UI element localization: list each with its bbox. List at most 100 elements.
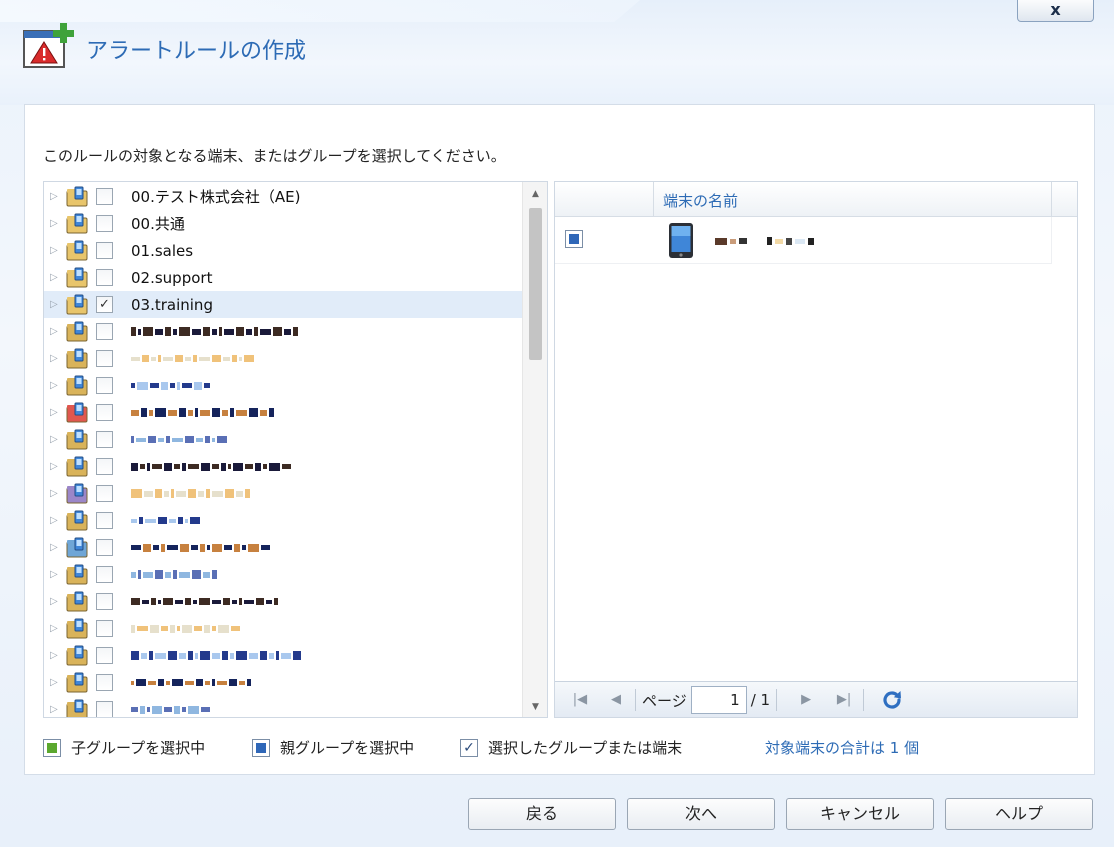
tree-item-checkbox[interactable] xyxy=(96,458,113,475)
tree-item-checkbox[interactable] xyxy=(96,647,113,664)
tree-item-checkbox[interactable] xyxy=(96,188,113,205)
scroll-up-icon[interactable]: ▲ xyxy=(523,184,547,204)
expand-arrow-icon[interactable]: ▷ xyxy=(50,704,62,715)
tree-item-checkbox[interactable] xyxy=(96,701,113,717)
expand-arrow-icon[interactable]: ▷ xyxy=(50,299,62,310)
pager-separator xyxy=(776,689,778,711)
group-tree[interactable]: ▲ ▼ ▷ 00.テスト株式会社（AE) ▷ 00.共通 ▷ 01.sales ▷ 02.su… xyxy=(43,181,548,718)
cancel-button[interactable]: キャンセル xyxy=(786,798,934,830)
folder-icon xyxy=(66,294,88,314)
tree-scrollbar[interactable]: ▲ ▼ xyxy=(522,182,547,717)
close-button[interactable]: x xyxy=(1017,0,1094,22)
expand-arrow-icon[interactable]: ▷ xyxy=(50,245,62,256)
expand-arrow-icon[interactable]: ▷ xyxy=(50,353,62,364)
expand-arrow-icon[interactable]: ▷ xyxy=(50,596,62,607)
expand-arrow-icon[interactable]: ▷ xyxy=(50,623,62,634)
tree-item-checkbox[interactable] xyxy=(96,620,113,637)
tree-item-checkbox[interactable] xyxy=(96,539,113,556)
tree-item-checkbox[interactable] xyxy=(96,215,113,232)
tree-item[interactable]: ▷ ✓ 03.training xyxy=(44,291,522,318)
tree-item-checkbox[interactable] xyxy=(96,485,113,502)
expand-arrow-icon[interactable]: ▷ xyxy=(50,569,62,580)
tree-item-checkbox[interactable] xyxy=(96,593,113,610)
folder-alert-icon xyxy=(66,402,88,422)
prev-page-icon[interactable]: ◀ xyxy=(603,688,629,712)
expand-arrow-icon[interactable]: ▷ xyxy=(50,407,62,418)
next-page-icon[interactable]: ▶ xyxy=(793,688,819,712)
tree-item-checkbox[interactable] xyxy=(96,377,113,394)
expand-arrow-icon[interactable]: ▷ xyxy=(50,434,62,445)
scroll-thumb[interactable] xyxy=(529,208,542,360)
table-row[interactable] xyxy=(555,217,1052,264)
tree-item[interactable]: ▷ xyxy=(44,480,522,507)
tree-item[interactable]: ▷ xyxy=(44,669,522,696)
page-input[interactable]: 1 xyxy=(690,686,747,714)
tree-item-checkbox[interactable] xyxy=(96,404,113,421)
legend-parent: 親グループを選択中 xyxy=(252,737,414,758)
tree-item-label-masked xyxy=(131,651,301,660)
scroll-down-icon[interactable]: ▼ xyxy=(523,697,547,717)
expand-arrow-icon[interactable]: ▷ xyxy=(50,650,62,661)
tree-item[interactable]: ▷ xyxy=(44,426,522,453)
help-button[interactable]: ヘルプ xyxy=(945,798,1093,830)
tree-item-checkbox[interactable]: ✓ xyxy=(96,296,113,313)
tree-item-checkbox[interactable] xyxy=(96,674,113,691)
tree-item[interactable]: ▷ xyxy=(44,372,522,399)
tree-item[interactable]: ▷ xyxy=(44,696,522,717)
tree-item-label-masked xyxy=(131,355,254,362)
legend-parent-label: 親グループを選択中 xyxy=(280,739,415,757)
tree-item-checkbox[interactable] xyxy=(96,431,113,448)
tree-item-label-masked xyxy=(131,381,210,390)
tree-item-label-masked xyxy=(131,679,251,686)
expand-arrow-icon[interactable]: ▷ xyxy=(50,542,62,553)
folder-icon xyxy=(66,267,88,287)
next-button[interactable]: 次へ xyxy=(627,798,775,830)
total-devices-link[interactable]: 対象端末の合計は 1 個 xyxy=(765,737,919,758)
expand-arrow-icon[interactable]: ▷ xyxy=(50,191,62,202)
refresh-icon[interactable] xyxy=(880,688,904,712)
expand-arrow-icon[interactable]: ▷ xyxy=(50,218,62,229)
expand-arrow-icon[interactable]: ▷ xyxy=(50,272,62,283)
tree-item[interactable]: ▷ 00.テスト株式会社（AE) xyxy=(44,183,522,210)
tree-item[interactable]: ▷ xyxy=(44,345,522,372)
tree-item[interactable]: ▷ 00.共通 xyxy=(44,210,522,237)
expand-arrow-icon[interactable]: ▷ xyxy=(50,461,62,472)
header-sheen xyxy=(0,0,640,22)
first-page-icon[interactable]: |◀ xyxy=(567,688,593,712)
back-button[interactable]: 戻る xyxy=(468,798,616,830)
tree-item[interactable]: ▷ xyxy=(44,588,522,615)
tree-item[interactable]: ▷ xyxy=(44,507,522,534)
tree-item[interactable]: ▷ 01.sales xyxy=(44,237,522,264)
legend-selected: ✓ 選択したグループまたは端末 xyxy=(460,737,682,758)
expand-arrow-icon[interactable]: ▷ xyxy=(50,677,62,688)
tree-item[interactable]: ▷ xyxy=(44,399,522,426)
tree-item-checkbox[interactable] xyxy=(96,242,113,259)
pager-separator xyxy=(863,689,865,711)
expand-arrow-icon[interactable]: ▷ xyxy=(50,488,62,499)
expand-arrow-icon[interactable]: ▷ xyxy=(50,380,62,391)
tree-item-label-masked xyxy=(131,705,210,714)
folder-icon xyxy=(66,699,88,717)
tree-item[interactable]: ▷ xyxy=(44,642,522,669)
tree-item[interactable]: ▷ xyxy=(44,615,522,642)
tree-item[interactable]: ▷ xyxy=(44,534,522,561)
column-device-name[interactable]: 端末の名前 xyxy=(663,190,738,211)
tree-item-checkbox[interactable] xyxy=(96,350,113,367)
tree-item[interactable]: ▷ 02.support xyxy=(44,264,522,291)
pager: |◀ ◀ ページ 1 / 1 ▶ ▶| xyxy=(555,681,1077,717)
tree-item-checkbox[interactable] xyxy=(96,512,113,529)
tree-item[interactable]: ▷ xyxy=(44,453,522,480)
tree-item[interactable]: ▷ xyxy=(44,561,522,588)
tree-item[interactable]: ▷ xyxy=(44,318,522,345)
tree-item-checkbox[interactable] xyxy=(96,566,113,583)
tree-item-label-masked xyxy=(131,489,250,498)
expand-arrow-icon[interactable]: ▷ xyxy=(50,515,62,526)
page-label: ページ xyxy=(642,691,687,710)
expand-arrow-icon[interactable]: ▷ xyxy=(50,326,62,337)
row-checkbox[interactable] xyxy=(565,230,583,248)
smartphone-icon xyxy=(669,223,693,258)
last-page-icon[interactable]: ▶| xyxy=(831,688,857,712)
tree-item-checkbox[interactable] xyxy=(96,269,113,286)
folder-icon xyxy=(66,510,88,530)
tree-item-checkbox[interactable] xyxy=(96,323,113,340)
